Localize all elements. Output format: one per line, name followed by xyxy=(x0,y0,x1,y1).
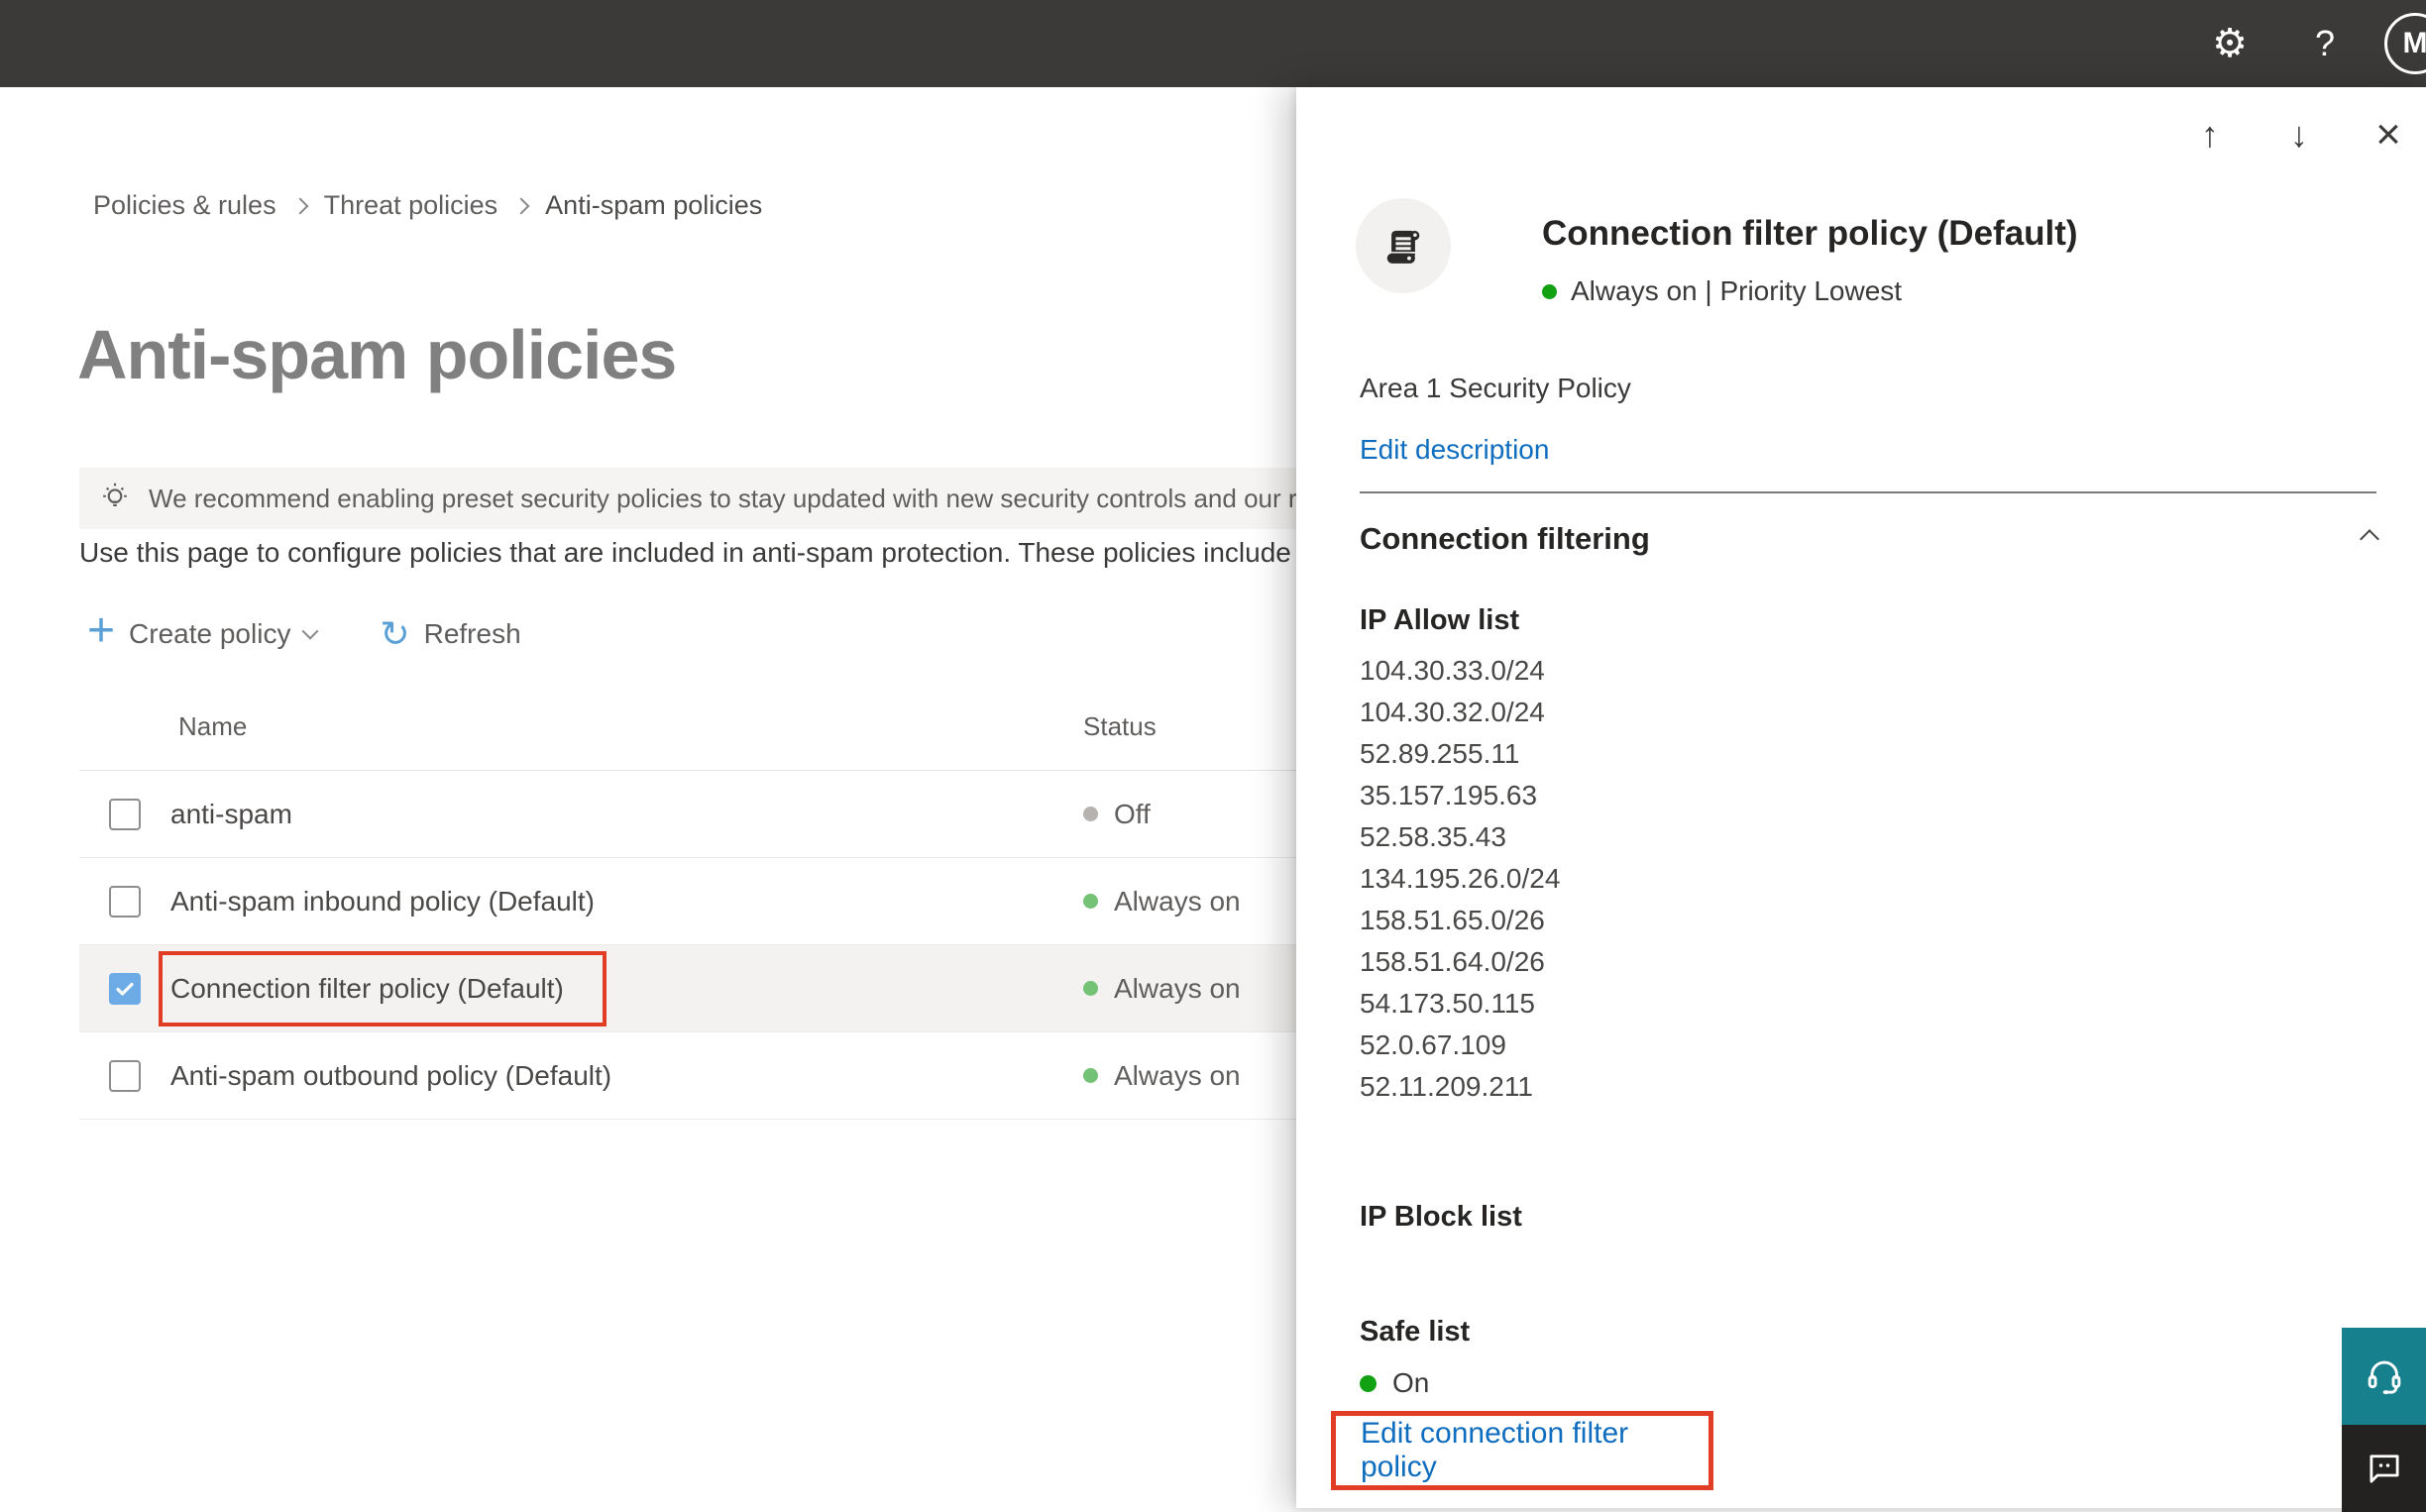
policy-status: Off xyxy=(1083,799,1151,830)
safe-list-status: On xyxy=(1360,1367,1429,1399)
policy-description: Area 1 Security Policy xyxy=(1360,373,1631,403)
help-icon[interactable]: ? xyxy=(2295,0,2355,87)
ip-allow-item: 104.30.33.0/24 xyxy=(1360,655,1545,686)
table-row[interactable]: Connection filter policy (Default) Alway… xyxy=(79,945,1328,1032)
ip-allow-item: 104.30.32.0/24 xyxy=(1360,697,1545,727)
feedback-chat-icon xyxy=(2364,1448,2405,1489)
policy-name: Anti-spam outbound policy (Default) xyxy=(170,1059,612,1091)
policy-scroll-icon xyxy=(1356,198,1451,293)
flyout-title: Connection filter policy (Default) xyxy=(1542,214,2078,253)
row-checkbox[interactable] xyxy=(109,972,141,1005)
command-bar: + Create policy ↻ Refresh xyxy=(87,606,521,662)
ip-allow-item: 54.173.50.115 xyxy=(1360,988,1535,1019)
policy-details-flyout: ↑ ↓ × Connection filter policy (Default)… xyxy=(1296,87,2426,1508)
ip-allow-item: 52.58.35.43 xyxy=(1360,821,1506,852)
status-label: Always on xyxy=(1114,885,1241,917)
flyout-status-line: Always on | Priority Lowest xyxy=(1542,275,1902,307)
table-row[interactable]: anti-spam Off xyxy=(79,771,1328,858)
table-header: Name Status xyxy=(79,684,1328,771)
connection-filtering-section-header[interactable]: Connection filtering xyxy=(1360,521,2379,557)
safe-list-label: Safe list xyxy=(1360,1316,1471,1348)
create-policy-button[interactable]: + Create policy xyxy=(87,607,319,655)
breadcrumb: Policies & rules Threat policies Anti-sp… xyxy=(93,190,762,221)
column-header-status: Status xyxy=(1083,711,1157,741)
policy-name: Connection filter policy (Default) xyxy=(170,972,564,1004)
policy-status: Always on xyxy=(1083,973,1241,1005)
status-label: Off xyxy=(1114,798,1151,829)
feedback-button[interactable] xyxy=(2342,1425,2426,1512)
top-app-bar: ⚙ ? M xyxy=(0,0,2426,87)
divider xyxy=(1360,491,2376,493)
status-dot-icon xyxy=(1083,1068,1098,1083)
banner-text: We recommend enabling preset security po… xyxy=(149,483,1308,513)
page-title: Anti-spam policies xyxy=(77,316,677,393)
recommendation-banner: We recommend enabling preset security po… xyxy=(79,468,1308,529)
ip-allow-item: 158.51.65.0/26 xyxy=(1360,905,1545,935)
status-dot-icon xyxy=(1360,1374,1377,1392)
flyout-status-text: Always on | Priority Lowest xyxy=(1571,275,1903,306)
breadcrumb-separator-icon xyxy=(291,197,309,214)
headset-icon xyxy=(2363,1354,2406,1398)
edit-connection-filter-policy-link[interactable]: Edit connection filter policy xyxy=(1361,1417,1709,1484)
ip-allow-item: 52.0.67.109 xyxy=(1360,1029,1506,1060)
ip-allow-list: 104.30.33.0/24 104.30.32.0/24 52.89.255.11… xyxy=(1360,650,1560,1108)
next-item-arrow-down-icon[interactable]: ↓ xyxy=(2277,113,2321,157)
create-policy-label: Create policy xyxy=(129,618,291,649)
policy-status: Always on xyxy=(1083,886,1241,918)
status-dot-icon xyxy=(1083,894,1098,909)
table-row[interactable]: Anti-spam inbound policy (Default) Alway… xyxy=(79,858,1328,945)
ip-allow-item: 52.11.209.211 xyxy=(1360,1071,1533,1102)
edit-description-link[interactable]: Edit description xyxy=(1360,434,1549,466)
flyout-nav: ↑ ↓ × xyxy=(2188,110,2410,159)
chevron-down-icon xyxy=(301,622,319,640)
refresh-icon: ↻ xyxy=(380,613,410,654)
policy-table: Name Status anti-spam Off Anti-spam inbo… xyxy=(79,684,1328,1120)
row-checkbox[interactable] xyxy=(109,885,141,918)
checkmark-icon xyxy=(116,982,134,996)
safe-list-status-label: On xyxy=(1392,1367,1430,1398)
ip-allow-item: 158.51.64.0/26 xyxy=(1360,946,1545,977)
support-button[interactable] xyxy=(2342,1328,2426,1425)
settings-gear-icon[interactable]: ⚙ xyxy=(2198,0,2261,87)
status-dot-icon xyxy=(1083,807,1098,821)
breadcrumb-threat-policies[interactable]: Threat policies xyxy=(324,190,498,221)
policy-status: Always on xyxy=(1083,1060,1241,1092)
refresh-label: Refresh xyxy=(423,618,521,649)
status-dot-icon xyxy=(1542,283,1557,299)
page-intro-text: Use this page to configure policies that… xyxy=(79,537,1291,568)
breadcrumb-separator-icon xyxy=(512,197,530,214)
row-checkbox[interactable] xyxy=(109,1059,141,1092)
breadcrumb-policies-rules[interactable]: Policies & rules xyxy=(93,190,276,221)
policy-name: anti-spam xyxy=(170,798,292,829)
status-dot-icon xyxy=(1083,981,1098,996)
lightbulb-icon xyxy=(97,481,133,516)
plus-icon: + xyxy=(87,604,116,657)
ip-allow-item: 35.157.195.63 xyxy=(1360,780,1538,810)
row-checkbox[interactable] xyxy=(109,798,141,830)
table-row[interactable]: Anti-spam outbound policy (Default) Alwa… xyxy=(79,1032,1328,1120)
close-icon[interactable]: × xyxy=(2367,110,2410,159)
annotation-highlight-box: Edit connection filter policy xyxy=(1331,1411,1713,1490)
ip-allow-item: 52.89.255.11 xyxy=(1360,738,1520,769)
refresh-button[interactable]: ↻ Refresh xyxy=(380,613,520,655)
breadcrumb-anti-spam-policies[interactable]: Anti-spam policies xyxy=(545,190,762,221)
section-title: Connection filtering xyxy=(1360,521,1650,556)
previous-item-arrow-up-icon[interactable]: ↑ xyxy=(2188,113,2232,157)
policy-name: Anti-spam inbound policy (Default) xyxy=(170,885,595,917)
column-header-name: Name xyxy=(178,711,248,741)
ip-block-list-label: IP Block list xyxy=(1360,1201,1522,1233)
chevron-up-icon xyxy=(2360,529,2379,549)
ip-allow-list-label: IP Allow list xyxy=(1360,604,1520,636)
status-label: Always on xyxy=(1114,1059,1241,1091)
account-avatar[interactable]: M xyxy=(2384,13,2426,74)
ip-allow-item: 134.195.26.0/24 xyxy=(1360,863,1561,894)
status-label: Always on xyxy=(1114,972,1241,1004)
